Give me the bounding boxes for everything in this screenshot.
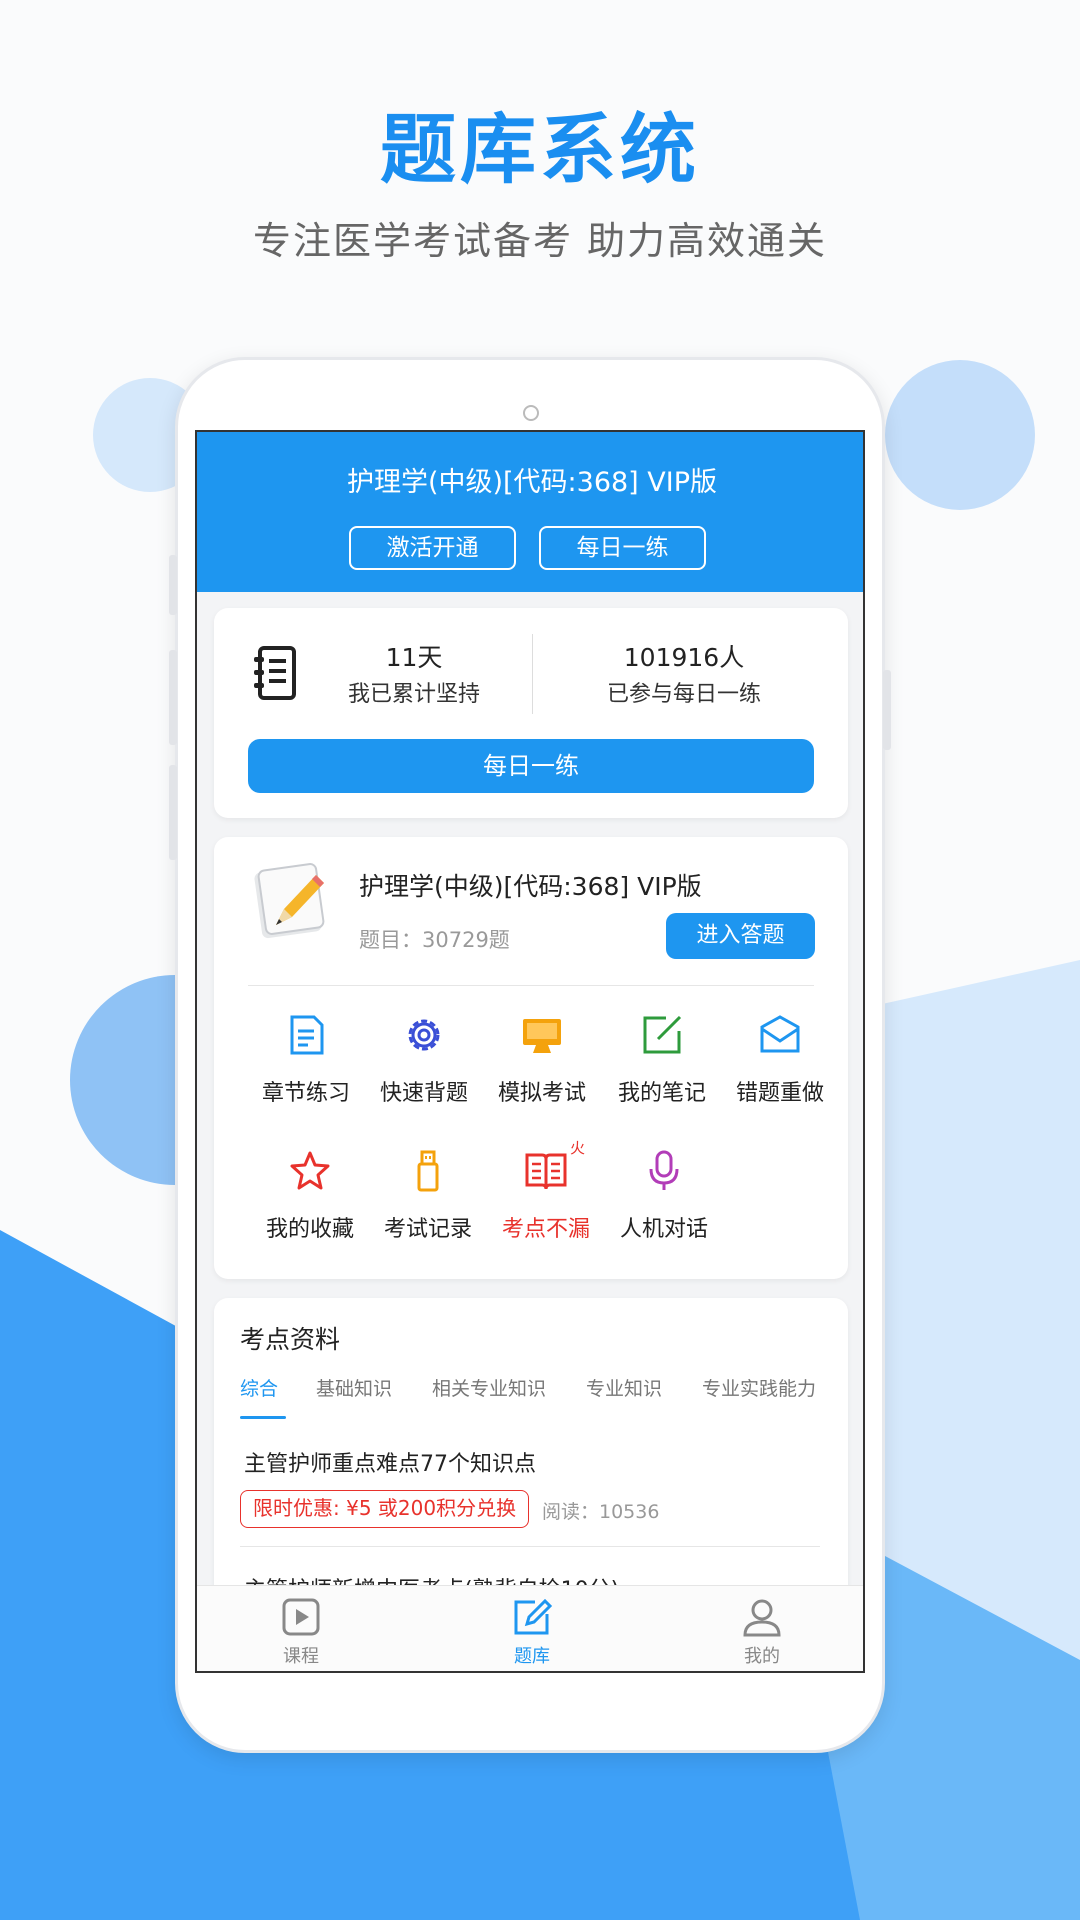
open-book-icon bbox=[525, 1153, 567, 1190]
grid-item-label: 我的笔记 bbox=[617, 1081, 706, 1106]
nav-question-bank[interactable]: 题库 bbox=[472, 1596, 592, 1668]
grid-item-label: 模拟考试 bbox=[497, 1081, 586, 1106]
app-header: 护理学(中级)[代码:368] VIP版 激活开通 每日一练 bbox=[197, 432, 863, 592]
tab-professional-knowledge[interactable]: 专业知识 bbox=[586, 1374, 662, 1401]
grid-item-chapter-practice[interactable]: 章节练习 bbox=[246, 1013, 366, 1107]
tab-general[interactable]: 综合 bbox=[240, 1374, 278, 1401]
promo-subtitle: 专注医学考试备考 助力高效通关 bbox=[252, 219, 828, 263]
grid-item-dialogue[interactable]: 人机对话 bbox=[604, 1149, 724, 1243]
grid-item-my-notes[interactable]: 我的笔记 bbox=[602, 1013, 722, 1107]
phone-side-button bbox=[169, 765, 177, 860]
article-title[interactable]: 主管护师重点难点77个知识点 bbox=[244, 1446, 536, 1478]
gear-icon bbox=[408, 1019, 440, 1051]
grid-item-redo-mistakes[interactable]: 错题重做 bbox=[720, 1013, 840, 1107]
play-video-icon bbox=[282, 1598, 320, 1636]
phone-side-button bbox=[169, 555, 177, 615]
microphone-icon bbox=[649, 1150, 679, 1190]
edit-note-icon bbox=[643, 1015, 682, 1054]
grid-item-quick-memorize[interactable]: 快速背题 bbox=[364, 1013, 484, 1107]
star-icon bbox=[290, 1151, 330, 1190]
chapter-practice-icon bbox=[290, 1015, 324, 1055]
question-count: 题目：30729题 bbox=[359, 928, 510, 952]
tab-related-knowledge[interactable]: 相关专业知识 bbox=[432, 1374, 546, 1401]
grid-item-label: 快速背题 bbox=[379, 1081, 468, 1106]
participants-label: 已参与每日一练 bbox=[606, 682, 761, 707]
grid-item-key-points[interactable]: 考点不漏 bbox=[486, 1149, 606, 1243]
materials-title: 考点资料 bbox=[240, 1325, 341, 1354]
divider bbox=[248, 985, 814, 986]
daily-practice-button[interactable]: 每日一练 bbox=[248, 739, 814, 793]
active-tab-indicator bbox=[240, 1416, 286, 1419]
app-screen: 护理学(中级)[代码:368] VIP版 激活开通 每日一练 11天 我已累计坚… bbox=[195, 430, 865, 1673]
hot-badge: 火 bbox=[570, 1139, 586, 1157]
divider bbox=[240, 1546, 820, 1547]
usb-drive-icon bbox=[417, 1150, 439, 1192]
envelope-icon bbox=[760, 1015, 800, 1053]
read-count: 阅读：10536 bbox=[542, 1501, 660, 1523]
activate-button[interactable]: 激活开通 bbox=[349, 526, 516, 570]
notepad-pencil-icon bbox=[254, 863, 325, 939]
discount-tag: 限时优惠: ¥5 或200积分兑换 bbox=[240, 1490, 530, 1528]
nav-label: 题库 bbox=[514, 1646, 550, 1667]
grid-item-label: 人机对话 bbox=[619, 1217, 708, 1242]
nav-label: 我的 bbox=[744, 1646, 780, 1667]
bottom-nav: 课程 题库 我的 bbox=[197, 1585, 863, 1671]
materials-tabs: 综合 基础知识 相关专业知识 专业知识 专业实践能力 bbox=[214, 1374, 848, 1414]
materials-card: 考点资料 综合 基础知识 相关专业知识 专业知识 专业实践能力 主管护师重点难点… bbox=[214, 1298, 848, 1628]
tab-practice-ability[interactable]: 专业实践能力 bbox=[702, 1374, 816, 1401]
phone-frame: 护理学(中级)[代码:368] VIP版 激活开通 每日一练 11天 我已累计坚… bbox=[169, 357, 891, 1753]
grid-item-label: 考试记录 bbox=[383, 1217, 472, 1242]
edit-square-icon bbox=[514, 1598, 553, 1635]
phone-side-button bbox=[169, 650, 177, 745]
user-icon bbox=[743, 1599, 781, 1637]
streak-card: 11天 我已累计坚持 101916人 已参与每日一练 每日一练 bbox=[214, 608, 848, 818]
question-bank-card: 护理学(中级)[代码:368] VIP版 题目：30729题 进入答题 章节练习 bbox=[214, 837, 848, 1279]
monitor-icon bbox=[523, 1019, 561, 1053]
grid-item-mock-exam[interactable]: 模拟考试 bbox=[482, 1013, 602, 1107]
nav-courses[interactable]: 课程 bbox=[241, 1596, 361, 1668]
grid-item-my-favorites[interactable]: 我的收藏 bbox=[250, 1149, 370, 1243]
participants-value: 101916人 bbox=[623, 643, 745, 672]
promo-title: 题库系统 bbox=[380, 105, 700, 194]
app-title: 护理学(中级)[代码:368] VIP版 bbox=[346, 467, 718, 498]
bank-title: 护理学(中级)[代码:368] VIP版 bbox=[359, 872, 702, 901]
streak-days-label: 我已累计坚持 bbox=[347, 682, 480, 707]
phone-camera bbox=[523, 405, 539, 421]
stat-divider bbox=[532, 634, 533, 714]
enter-answer-button[interactable]: 进入答题 bbox=[666, 913, 815, 959]
grid-item-label: 错题重做 bbox=[735, 1081, 824, 1106]
tab-basic-knowledge[interactable]: 基础知识 bbox=[316, 1374, 392, 1401]
grid-item-exam-records[interactable]: 考试记录 bbox=[368, 1149, 488, 1243]
phone-side-button bbox=[883, 670, 891, 750]
streak-days-value: 11天 bbox=[385, 643, 443, 672]
grid-item-label: 章节练习 bbox=[261, 1081, 350, 1106]
grid-item-label: 我的收藏 bbox=[265, 1217, 354, 1242]
notebook-icon bbox=[254, 646, 296, 700]
nav-profile[interactable]: 我的 bbox=[702, 1596, 822, 1668]
daily-practice-header-button[interactable]: 每日一练 bbox=[539, 526, 706, 570]
grid-item-label: 考点不漏 bbox=[501, 1217, 590, 1242]
nav-label: 课程 bbox=[283, 1646, 319, 1667]
